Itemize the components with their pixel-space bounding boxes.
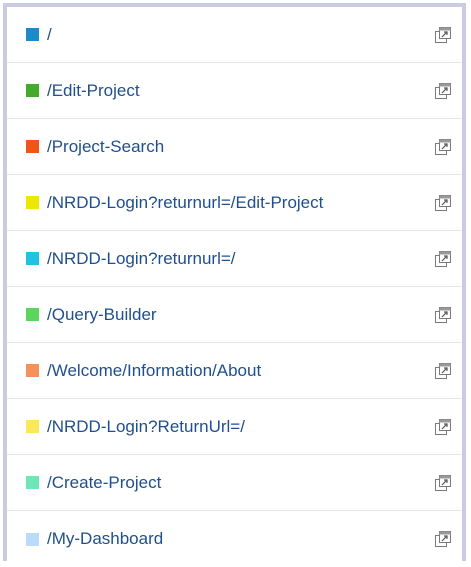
open-in-new-window-icon[interactable] — [434, 418, 452, 436]
color-swatch — [26, 140, 39, 153]
page-row[interactable]: / — [7, 7, 462, 63]
page-path-link[interactable]: /Create-Project — [47, 473, 462, 493]
page-row[interactable]: /NRDD-Login?returnurl=/Edit-Project — [7, 175, 462, 231]
color-swatch — [26, 308, 39, 321]
color-swatch — [26, 252, 39, 265]
page-row[interactable]: /Query-Builder — [7, 287, 462, 343]
color-swatch — [26, 196, 39, 209]
page-path-link[interactable]: /NRDD-Login?returnurl=/ — [47, 249, 462, 269]
page-row[interactable]: /Project-Search — [7, 119, 462, 175]
color-swatch — [26, 84, 39, 97]
open-in-new-window-icon[interactable] — [434, 26, 452, 44]
page-row[interactable]: /Edit-Project — [7, 63, 462, 119]
page-path-link[interactable]: /Project-Search — [47, 137, 462, 157]
page-list-panel: / /Edit-Project /Project-Search /NRDD-Lo… — [3, 3, 466, 561]
open-in-new-window-icon[interactable] — [434, 250, 452, 268]
open-in-new-window-icon[interactable] — [434, 530, 452, 548]
color-swatch — [26, 28, 39, 41]
page-path-link[interactable]: /Edit-Project — [47, 81, 462, 101]
color-swatch — [26, 476, 39, 489]
open-in-new-window-icon[interactable] — [434, 362, 452, 380]
page-path-link[interactable]: / — [47, 25, 462, 45]
page-row[interactable]: /NRDD-Login?ReturnUrl=/ — [7, 399, 462, 455]
page-row[interactable]: /NRDD-Login?returnurl=/ — [7, 231, 462, 287]
open-in-new-window-icon[interactable] — [434, 194, 452, 212]
open-in-new-window-icon[interactable] — [434, 82, 452, 100]
color-swatch — [26, 364, 39, 377]
page-row[interactable]: /Welcome/Information/About — [7, 343, 462, 399]
page-path-link[interactable]: /Query-Builder — [47, 305, 462, 325]
page-path-link[interactable]: /My-Dashboard — [47, 529, 462, 549]
page-path-link[interactable]: /NRDD-Login?returnurl=/Edit-Project — [47, 193, 462, 213]
open-in-new-window-icon[interactable] — [434, 474, 452, 492]
open-in-new-window-icon[interactable] — [434, 306, 452, 324]
color-swatch — [26, 420, 39, 433]
open-in-new-window-icon[interactable] — [434, 138, 452, 156]
color-swatch — [26, 532, 39, 546]
page-row[interactable]: /Create-Project — [7, 455, 462, 511]
page-path-link[interactable]: /Welcome/Information/About — [47, 361, 462, 381]
page-row[interactable]: /My-Dashboard — [7, 511, 462, 567]
page-path-link[interactable]: /NRDD-Login?ReturnUrl=/ — [47, 417, 462, 437]
